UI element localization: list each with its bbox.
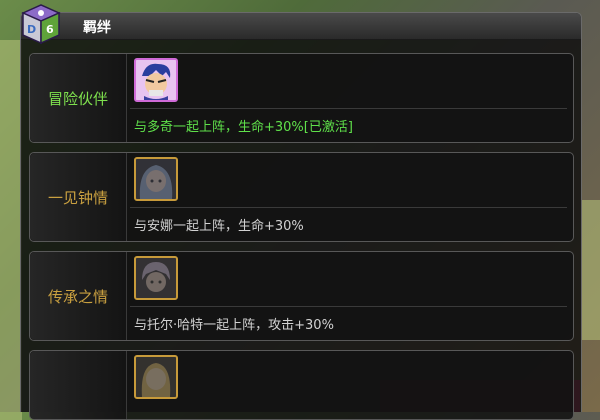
divider xyxy=(130,108,567,109)
bond-label: 一见钟情 xyxy=(30,153,127,241)
anna-portrait-icon[interactable] xyxy=(134,157,178,201)
bond-label: 冒险伙伴 xyxy=(30,54,127,142)
bond-label xyxy=(30,351,127,419)
window-title: 羁绊 xyxy=(83,20,111,36)
bond-description: 与多奇一起上阵，生命+30%[已激活] xyxy=(134,120,353,135)
thor-portrait-icon[interactable] xyxy=(134,256,178,300)
divider xyxy=(130,207,567,208)
panel-header: D 6 羁绊 xyxy=(21,4,581,45)
hero-portrait-icon[interactable] xyxy=(134,58,178,102)
bond-card-4[interactable] xyxy=(29,350,574,420)
bond-description: 与托尔·哈特一起上阵，攻击+30% xyxy=(134,318,334,333)
svg-text:6: 6 xyxy=(46,23,54,36)
bond-panel: D 6 羁绊 冒险伙伴 与多奇一起上阵，生命+30%[已激活] 一见钟情 与安娜… xyxy=(20,4,582,420)
svg-text:D: D xyxy=(27,23,36,36)
bond-card-2[interactable]: 一见钟情 与安娜一起上阵，生命+30% xyxy=(29,152,574,242)
bond-label: 传承之情 xyxy=(30,252,127,340)
bond-card-1[interactable]: 冒险伙伴 与多奇一起上阵，生命+30%[已激活] xyxy=(29,53,574,143)
cube-logo-icon: D 6 xyxy=(21,4,61,45)
bond-card-3[interactable]: 传承之情 与托尔·哈特一起上阵，攻击+30% xyxy=(29,251,574,341)
bond-description: 与安娜一起上阵，生命+30% xyxy=(134,219,304,234)
locked-portrait-icon[interactable] xyxy=(134,355,178,399)
divider xyxy=(130,306,567,307)
